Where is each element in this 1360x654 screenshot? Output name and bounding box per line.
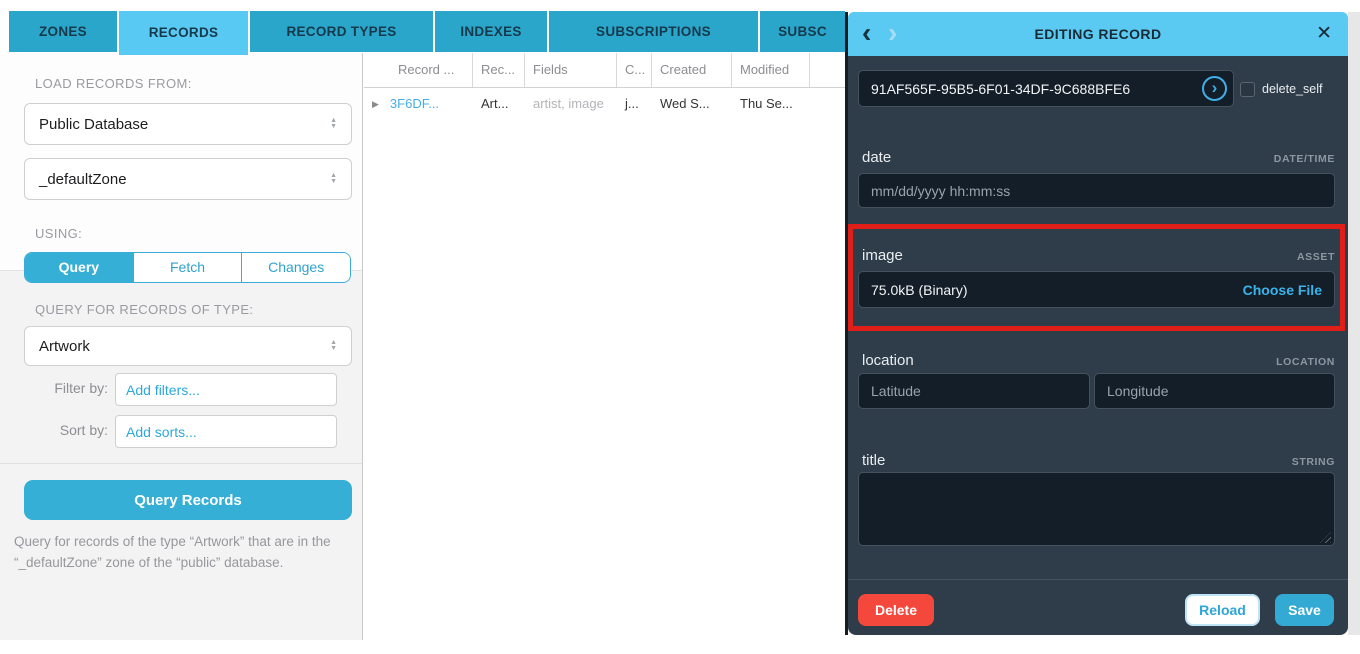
query-description: Query for records of the type “Artwork” …	[14, 532, 350, 574]
add-filters-input[interactable]	[115, 373, 337, 406]
tab-subscriptions[interactable]: SUBSCRIPTIONS	[549, 11, 758, 52]
fields-cell: artist, image	[525, 96, 617, 111]
chevron-updown-icon: ▲▼	[330, 173, 337, 185]
longitude-input[interactable]	[1094, 373, 1335, 409]
using-label: USING:	[35, 226, 82, 241]
query-records-button[interactable]: Query Records	[24, 480, 352, 520]
record-type-select[interactable]: Artwork ▲▼	[24, 326, 352, 366]
sort-by-label: Sort by:	[0, 422, 108, 438]
segment-fetch[interactable]: Fetch	[133, 253, 242, 282]
records-table: Record ... Rec... Fields C... Created Mo…	[364, 53, 845, 119]
sidebar-divider	[0, 463, 362, 464]
modified-cell: Thu Se...	[732, 96, 810, 111]
add-sorts-input[interactable]	[115, 415, 337, 448]
date-field-label: date	[862, 149, 891, 166]
filter-by-label: Filter by:	[0, 380, 108, 396]
tab-record-types[interactable]: RECORD TYPES	[250, 11, 433, 52]
delete-self-label: delete_self	[1262, 82, 1322, 96]
close-icon[interactable]: ✕	[1316, 12, 1332, 56]
column-c[interactable]: C...	[617, 53, 652, 87]
record-type-cell: Art...	[473, 96, 525, 111]
table-header: Record ... Rec... Fields C... Created Mo…	[364, 53, 845, 88]
save-button[interactable]: Save	[1275, 594, 1334, 626]
column-fields[interactable]: Fields	[525, 53, 617, 87]
next-record-icon[interactable]: ›	[888, 12, 897, 56]
page-gutter	[1348, 12, 1360, 635]
record-type-select-value: Artwork	[39, 338, 90, 355]
record-id-group: ›	[858, 70, 1234, 107]
query-sidebar: LOAD RECORDS FROM: Public Database ▲▼ _d…	[0, 53, 363, 640]
image-asset-field: 75.0kB (Binary) Choose File	[858, 271, 1335, 308]
segment-query[interactable]: Query	[25, 253, 133, 282]
column-record-name[interactable]: Record ...	[364, 53, 473, 87]
database-select[interactable]: Public Database ▲▼	[24, 103, 352, 145]
tab-indexes[interactable]: INDEXES	[435, 11, 547, 52]
record-name-link[interactable]: 3F6DF...	[390, 96, 439, 111]
segment-changes[interactable]: Changes	[241, 253, 350, 282]
table-row[interactable]: ▶ 3F6DF... Art... artist, image j... Wed …	[364, 88, 845, 119]
image-field-type: ASSET	[1297, 251, 1335, 263]
query-type-label: QUERY FOR RECORDS OF TYPE:	[35, 302, 253, 317]
image-field-label: image	[862, 247, 903, 264]
cloudkit-dashboard: ZONES RECORDS RECORD TYPES INDEXES SUBSC…	[0, 0, 1360, 654]
using-segmented-control: Query Fetch Changes	[24, 252, 351, 283]
database-select-value: Public Database	[39, 116, 148, 133]
top-tab-bar: ZONES RECORDS RECORD TYPES INDEXES SUBSC…	[9, 11, 845, 55]
column-created[interactable]: Created	[652, 53, 732, 87]
column-empty	[810, 53, 845, 87]
reload-button[interactable]: Reload	[1185, 594, 1260, 626]
created-cell: Wed S...	[652, 96, 732, 111]
column-record-type[interactable]: Rec...	[473, 53, 525, 87]
delete-button[interactable]: Delete	[858, 594, 934, 626]
location-field-type: LOCATION	[1276, 356, 1335, 368]
record-id-input[interactable]	[858, 70, 1234, 107]
asset-size-value: 75.0kB (Binary)	[871, 282, 967, 298]
title-textarea[interactable]	[858, 472, 1335, 546]
previous-record-icon[interactable]: ‹	[862, 12, 871, 56]
location-field-label: location	[862, 352, 914, 369]
latitude-input[interactable]	[858, 373, 1090, 409]
record-name-cell[interactable]: ▶ 3F6DF...	[364, 96, 473, 111]
date-input[interactable]	[858, 173, 1335, 208]
editor-title: EDITING RECORD	[1035, 26, 1162, 42]
column-modified[interactable]: Modified	[732, 53, 810, 87]
zone-select-value: _defaultZone	[39, 171, 127, 188]
editor-body: › delete_self date DATE/TIME image ASSET…	[848, 56, 1348, 635]
open-record-icon[interactable]: ›	[1202, 76, 1227, 101]
tab-zones[interactable]: ZONES	[9, 11, 117, 52]
chevron-updown-icon: ▲▼	[330, 118, 337, 130]
choose-file-button[interactable]: Choose File	[1243, 282, 1322, 298]
tab-subscription-types[interactable]: SUBSC	[760, 11, 845, 52]
chevron-updown-icon: ▲▼	[330, 340, 337, 352]
editor-header: ‹ › EDITING RECORD ✕	[848, 12, 1348, 56]
c-cell: j...	[617, 96, 652, 111]
zone-select[interactable]: _defaultZone ▲▼	[24, 158, 352, 200]
title-field-label: title	[862, 452, 885, 469]
date-field-type: DATE/TIME	[1274, 153, 1335, 165]
load-records-label: LOAD RECORDS FROM:	[35, 76, 192, 91]
delete-self-checkbox[interactable]	[1240, 82, 1255, 97]
footer-divider	[848, 579, 1348, 580]
disclosure-triangle-icon[interactable]: ▶	[372, 99, 379, 109]
title-field-type: STRING	[1292, 456, 1335, 468]
tab-records[interactable]: RECORDS	[119, 11, 248, 55]
